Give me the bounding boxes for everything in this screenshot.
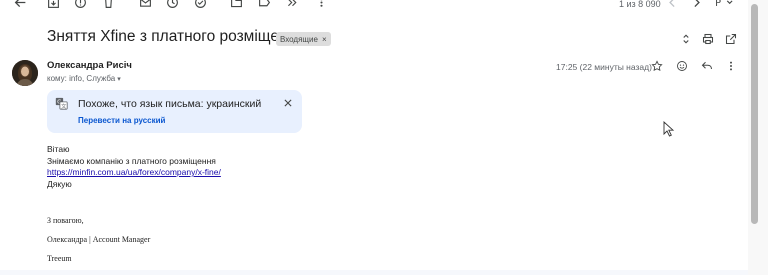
label-remove-icon[interactable]: × xyxy=(322,35,327,44)
pager-count: 1 из 8 090 xyxy=(619,0,661,9)
print-icon[interactable] xyxy=(700,31,716,47)
star-icon[interactable] xyxy=(649,58,665,74)
signature-name: Олександра | Account Manager xyxy=(47,235,151,244)
label-icon[interactable] xyxy=(256,0,272,10)
reply-icon[interactable] xyxy=(699,58,715,74)
emoji-reaction-icon[interactable] xyxy=(674,58,690,74)
recipients-text: кому: info, Служба xyxy=(47,74,116,83)
more-icon[interactable] xyxy=(284,0,300,10)
message-more-icon[interactable] xyxy=(723,58,739,74)
recipients-caret-icon[interactable]: ▾ xyxy=(117,75,121,83)
move-to-icon[interactable] xyxy=(228,0,244,10)
message-toolbar: 1 из 8 090 Р xyxy=(0,0,748,14)
more-vert-icon[interactable] xyxy=(313,0,329,10)
mouse-cursor-icon xyxy=(663,121,675,137)
signature-regards: З повагою, xyxy=(47,216,84,225)
label-chip-inbox[interactable]: Входящие × xyxy=(276,32,331,46)
archive-icon[interactable] xyxy=(45,0,61,10)
add-task-icon[interactable] xyxy=(192,0,208,10)
bottom-divider xyxy=(0,270,748,275)
close-icon[interactable] xyxy=(281,96,295,110)
expand-all-icon[interactable] xyxy=(678,31,694,47)
email-subject: Зняття Xfine з платного розміщення xyxy=(47,28,305,45)
older-chevron-icon[interactable] xyxy=(688,0,704,10)
signature-company: Treeum xyxy=(47,254,72,263)
sender-avatar[interactable] xyxy=(12,60,38,86)
email-body: Вітаю Знімаємо компанію з платного розмі… xyxy=(47,144,221,190)
delete-icon[interactable] xyxy=(100,0,116,10)
email-timestamp: 17:25 (22 минуты назад) xyxy=(556,62,652,72)
scrollbar-thumb[interactable] xyxy=(751,4,758,224)
mark-unread-icon[interactable] xyxy=(137,0,153,10)
recipients-line[interactable]: кому: info, Служба ▾ xyxy=(47,74,121,83)
translate-icon: G文 xyxy=(55,97,68,110)
translate-banner: G文 Похоже, что язык письма: украинский П… xyxy=(47,90,302,133)
newer-chevron-icon[interactable] xyxy=(664,0,680,10)
report-spam-icon[interactable] xyxy=(72,0,88,10)
back-arrow-icon[interactable] xyxy=(12,0,28,10)
body-line: Знімаємо компанію з платного розміщення xyxy=(47,155,216,166)
body-link[interactable]: https://minfin.com.ua/ua/forex/company/x… xyxy=(47,167,221,177)
body-greeting: Вітаю xyxy=(47,144,70,154)
snooze-icon[interactable] xyxy=(164,0,180,10)
translate-title: Похоже, что язык письма: украинский xyxy=(78,98,262,110)
input-tools-icon[interactable]: Р xyxy=(712,0,736,10)
open-new-window-icon[interactable] xyxy=(723,31,739,47)
svg-text:文: 文 xyxy=(61,102,67,110)
svg-text:Р: Р xyxy=(715,0,721,8)
translate-action-link[interactable]: Перевести на русский xyxy=(78,116,165,125)
label-chip-text: Входящие xyxy=(280,34,318,44)
body-thanks: Дякую xyxy=(47,178,72,189)
subject-row: Зняття Xfine з платного розміщення Входя… xyxy=(0,26,748,52)
sender-name[interactable]: Олександра Рисіч xyxy=(47,60,132,71)
